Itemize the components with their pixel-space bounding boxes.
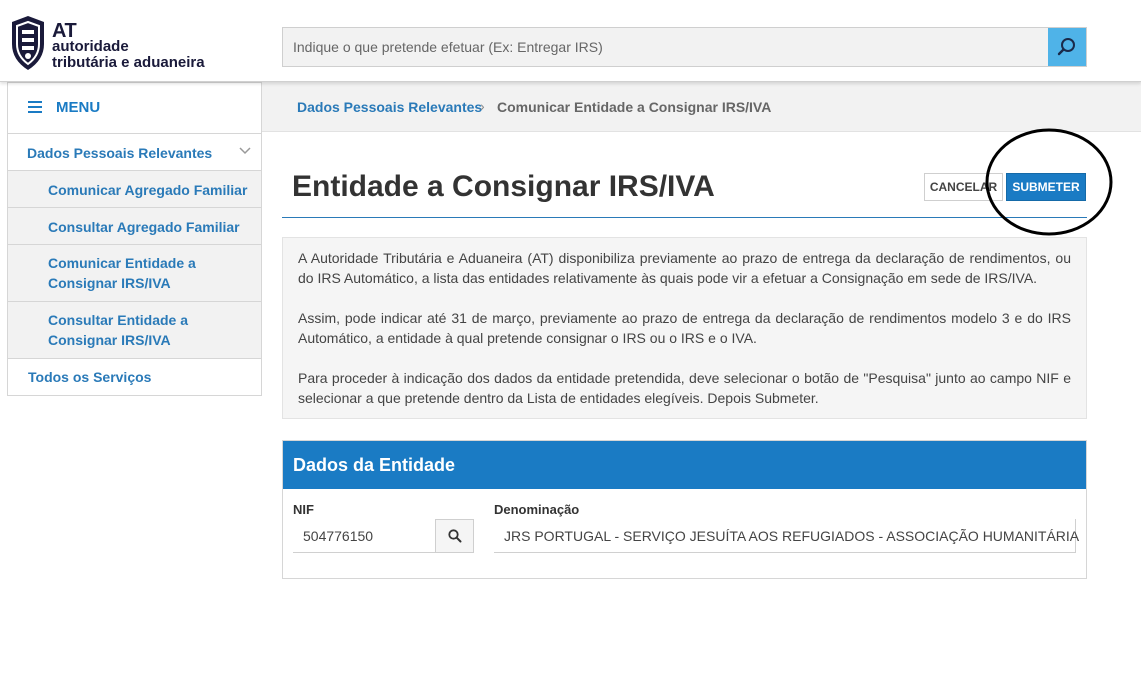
sidebar-item-label-line2: Consignar IRS/IVA — [48, 332, 171, 348]
nif-search-button[interactable] — [435, 519, 474, 553]
info-paragraph: A Autoridade Tributária e Aduaneira (AT)… — [298, 250, 1071, 286]
denominacao-field: JRS PORTUGAL - SERVIÇO JESUÍTA AOS REFUG… — [494, 519, 1079, 553]
menu-toggle[interactable]: MENU — [8, 83, 261, 134]
top-header: AT autoridade tributária e aduaneira — [0, 0, 1141, 82]
breadcrumb-separator: › — [480, 98, 485, 114]
panel-title: Dados da Entidade — [293, 455, 456, 475]
title-divider — [282, 217, 1087, 218]
sidebar-item-label: Todos os Serviços — [28, 369, 152, 385]
sidebar-item-comunicar-agregado[interactable]: Comunicar Agregado Familiar — [8, 171, 261, 208]
hamburger-icon — [28, 101, 42, 113]
search-icon — [447, 529, 461, 543]
search-icon — [1057, 38, 1075, 56]
sidebar-item-consultar-agregado[interactable]: Consultar Agregado Familiar — [8, 208, 261, 245]
sidebar-item-label-line1: Comunicar Entidade a — [48, 255, 196, 271]
sidebar-item-label-line2: Consignar IRS/IVA — [48, 275, 171, 291]
breadcrumb-item-dados-pessoais[interactable]: Dados Pessoais Relevantes — [297, 99, 482, 115]
search-input[interactable] — [283, 28, 1048, 66]
search-button[interactable] — [1048, 28, 1086, 66]
denominacao-label: Denominação — [494, 502, 580, 517]
info-paragraph: Assim, pode indicar até 31 de março, pre… — [298, 310, 1071, 346]
sidebar-item-label-line1: Consultar Entidade a — [48, 312, 189, 328]
annotation-circle — [985, 128, 1113, 236]
at-logo[interactable]: AT autoridade tributária e aduaneira — [8, 14, 238, 74]
menu-label: MENU — [56, 99, 101, 116]
sidebar-item-consultar-entidade[interactable]: Consultar Entidade a Consignar IRS/IVA — [8, 302, 261, 359]
search-bar — [282, 27, 1087, 67]
entity-panel: Dados da Entidade NIF 504776150 Denomina… — [282, 440, 1087, 579]
sidebar-section-dados-pessoais[interactable]: Dados Pessoais Relevantes — [8, 134, 261, 171]
logo-line2: tributária e aduaneira — [52, 54, 205, 71]
sidebar-section-label: Dados Pessoais Relevantes — [27, 145, 213, 161]
nif-label: NIF — [293, 502, 314, 517]
sidebar: MENU Dados Pessoais Relevantes Comunicar… — [7, 82, 262, 396]
breadcrumb: Dados Pessoais Relevantes › Comunicar En… — [262, 82, 1141, 132]
sidebar-item-label: Comunicar Agregado Familiar — [48, 182, 248, 198]
sidebar-item-comunicar-entidade[interactable]: Comunicar Entidade a Consignar IRS/IVA — [8, 245, 261, 302]
sidebar-item-todos-servicos[interactable]: Todos os Serviços — [8, 359, 261, 396]
sidebar-item-label: Consultar Agregado Familiar — [48, 219, 240, 235]
shield-logo-icon — [12, 16, 44, 70]
nif-field[interactable]: 504776150 — [293, 519, 435, 553]
panel-header: Dados da Entidade — [283, 441, 1086, 489]
breadcrumb-item-current: Comunicar Entidade a Consignar IRS/IVA — [497, 99, 772, 115]
logo-line1: autoridade — [52, 38, 129, 55]
info-box: A Autoridade Tributária e Aduaneira (AT)… — [282, 237, 1087, 419]
page-title: Entidade a Consignar IRS/IVA — [292, 170, 715, 203]
chevron-down-icon — [239, 147, 251, 155]
info-paragraph: Para proceder à indicação dos dados da e… — [298, 370, 1071, 406]
